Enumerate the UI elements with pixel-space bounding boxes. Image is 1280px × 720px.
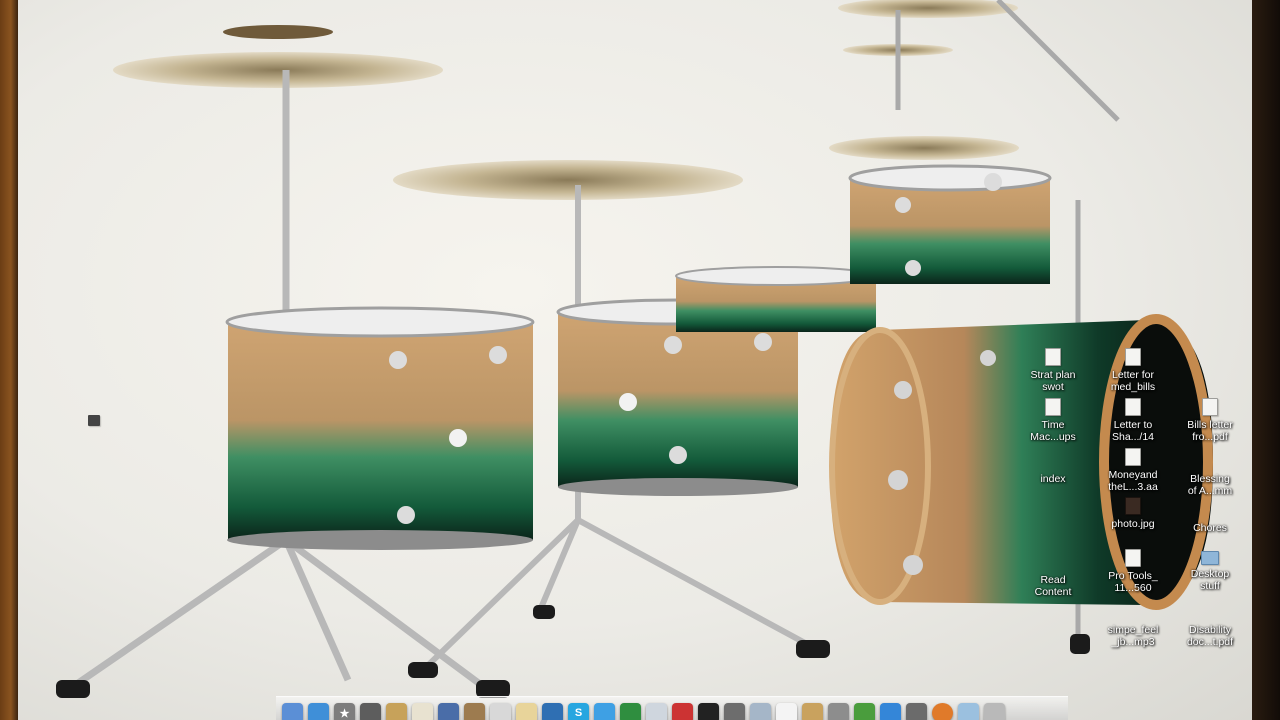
floor-tom-left	[225, 306, 535, 550]
cymbal-top-right	[838, 0, 1018, 18]
desktop-icon-blessing[interactable]: Blessing of A...mm	[1170, 452, 1250, 497]
cymbal-center	[393, 160, 743, 200]
desktop-icon-bills-letter[interactable]: Bills letter fro...pdf	[1170, 398, 1250, 443]
document-icon	[1202, 398, 1218, 416]
document-icon	[1125, 398, 1141, 416]
system-prefs-icon[interactable]	[360, 703, 381, 720]
photos-icon[interactable]	[464, 703, 485, 720]
desktop-icon-desktop-stuff[interactable]: Desktop stuff	[1170, 551, 1250, 592]
dashboard-icon[interactable]	[490, 703, 511, 720]
tom-upper-right	[848, 164, 1052, 284]
desktop-icon-index[interactable]: index	[1013, 452, 1093, 485]
firefox-icon[interactable]	[932, 703, 953, 720]
desktop-icon-letter-to-sha[interactable]: Letter to Sha.../14	[1093, 398, 1173, 443]
desktop-icon-simpe-feel[interactable]: simpe_feel _jb...mp3	[1093, 603, 1173, 648]
folder-icon[interactable]	[958, 703, 979, 720]
launchpad-icon[interactable]: ★	[334, 703, 355, 720]
desktop-icon-read-content[interactable]: Read Content	[1013, 553, 1093, 598]
mail-icon[interactable]	[646, 703, 667, 720]
cymbal-left	[113, 52, 443, 88]
document-icon	[1125, 549, 1141, 567]
desktop-icon-time-machine[interactable]: Time Mac...ups	[1013, 398, 1093, 443]
finder-2-icon[interactable]	[906, 703, 927, 720]
trash-icon[interactable]	[984, 703, 1005, 720]
desktop-file-ghost[interactable]	[54, 415, 134, 429]
doc-icon[interactable]	[412, 703, 433, 720]
skype-icon[interactable]: S	[568, 703, 589, 720]
guitar-icon[interactable]	[386, 703, 407, 720]
desktop-icon-strat-plan[interactable]: Strat plan swot	[1013, 348, 1093, 393]
stand-feet	[56, 605, 1090, 698]
monitor-bezel-right	[1252, 0, 1280, 720]
document-icon	[1125, 348, 1141, 366]
blackberry-icon[interactable]	[698, 703, 719, 720]
folder-icon	[1201, 551, 1219, 565]
desktop-icon-photo[interactable]: photo.jpg	[1093, 497, 1173, 530]
preview-icon[interactable]	[750, 703, 771, 720]
dock: ★ S	[276, 696, 1068, 720]
document-icon	[1045, 398, 1061, 416]
desktop-icon-letter-med-bills[interactable]: Letter for med_bills	[1093, 348, 1173, 393]
tom-back	[675, 266, 877, 332]
acrobat-icon[interactable]	[672, 703, 693, 720]
appstore-icon[interactable]	[594, 703, 615, 720]
itunes-icon[interactable]	[880, 703, 901, 720]
desktop-icon-disability[interactable]: Disability doc...t.pdf	[1170, 603, 1250, 648]
monitor-bezel-left	[0, 0, 18, 720]
contacts-icon[interactable]	[802, 703, 823, 720]
desktop-icon-moneyand[interactable]: Moneyand theL...3.aa	[1093, 448, 1173, 493]
facetime-icon[interactable]	[620, 703, 641, 720]
image-file-icon	[1125, 497, 1141, 515]
cymbal-left-top	[223, 25, 333, 39]
safari-icon[interactable]	[308, 703, 329, 720]
desktop-icon-pro-tools[interactable]: Pro Tools_ 11...560	[1093, 549, 1173, 594]
desktop-screen: Strat plan swot Letter for med_bills Tim…	[18, 0, 1252, 720]
printer-icon[interactable]	[828, 703, 849, 720]
document-icon	[1125, 448, 1141, 466]
notes-icon[interactable]	[516, 703, 537, 720]
app-icon-blue[interactable]	[542, 703, 563, 720]
desktop-icon-chores[interactable]: Chores	[1170, 501, 1250, 534]
grid-icon[interactable]	[438, 703, 459, 720]
document-icon	[1045, 348, 1061, 366]
cymbal-right	[829, 136, 1019, 160]
phone-icon[interactable]	[854, 703, 875, 720]
calendar-icon[interactable]	[776, 703, 797, 720]
file-icon	[88, 415, 100, 426]
script-icon[interactable]	[724, 703, 745, 720]
finder-icon[interactable]	[282, 703, 303, 720]
